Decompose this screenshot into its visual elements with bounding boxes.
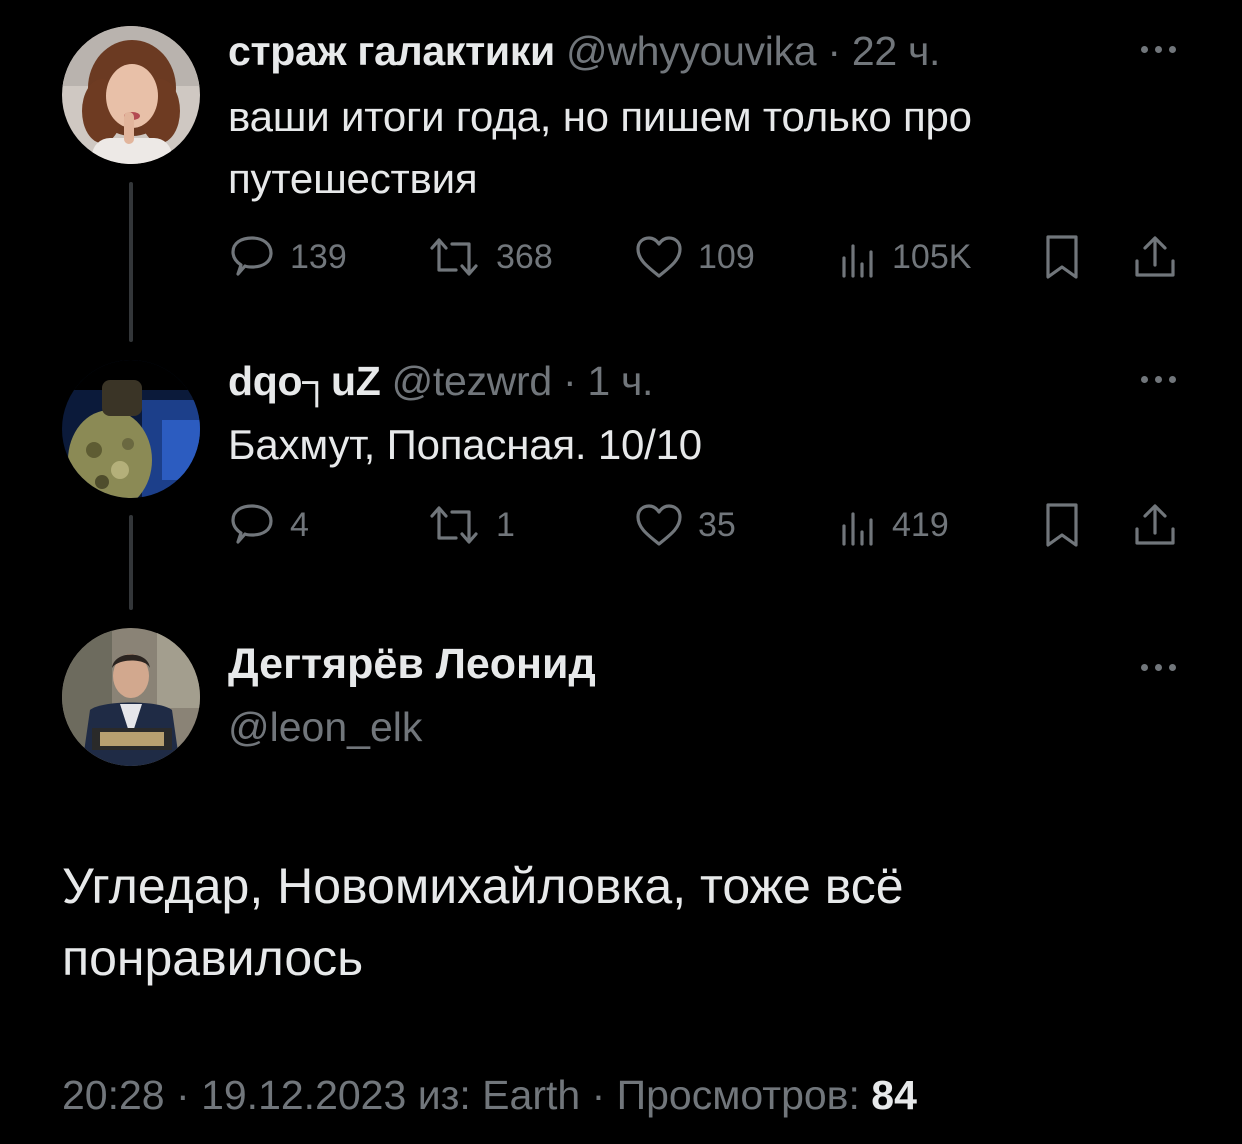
reply-count: 4 [290,505,309,544]
bookmark-icon [1046,503,1078,547]
share-icon [1135,236,1175,277]
reply-button[interactable]: 139 [228,232,347,282]
views-value: 84 [871,1072,917,1118]
like-count: 35 [698,505,736,544]
author-name[interactable]: Дегтярёв Леонид [228,640,596,689]
heart-icon [636,236,682,278]
author-name[interactable]: dqo┐uZ [228,358,381,404]
retweet-icon [430,238,478,276]
tweet-header: страж галактики @whyyouvika · 22 ч. [228,28,940,75]
meta-time[interactable]: 20:28 [62,1072,165,1118]
share-icon [1135,504,1175,545]
separator: · [827,28,841,74]
tweet-text-line: путешествия [228,155,478,202]
retweet-button[interactable]: 1 [426,500,515,550]
views-chart-icon [842,244,873,278]
avatar[interactable] [62,360,200,498]
bookmark-button[interactable] [1042,500,1082,550]
tweet-time[interactable]: 1 ч. [587,358,653,404]
retweet-icon [430,506,478,544]
more-dots-icon[interactable] [1141,376,1176,383]
views-chart-icon [842,512,873,546]
tweet-text-line: Угледар, Новомихайловка, тоже всё [62,858,904,914]
views-count: 419 [892,505,949,544]
like-count: 109 [698,237,755,276]
more-dots-icon[interactable] [1141,664,1176,671]
like-button[interactable]: 35 [634,500,736,550]
reply-count: 139 [290,237,347,276]
meta-source: из: Earth [417,1072,581,1118]
separator: · [176,1072,190,1118]
reply-button[interactable]: 4 [228,500,309,550]
author-name[interactable]: страж галактики [228,28,555,74]
tweet-text-line: понравилось [62,930,364,986]
tweet-thread-page: страж галактики @whyyouvika · 22 ч. ваши… [0,0,1242,1144]
retweet-count: 1 [496,505,515,544]
views-label: Просмотров: [616,1072,860,1118]
avatar[interactable] [62,26,200,164]
reply-icon [231,504,273,544]
more-dots-icon[interactable] [1141,46,1176,53]
views-button[interactable]: 105K [838,232,971,282]
author-handle[interactable]: @whyyouvika [566,28,817,74]
views-count: 105K [892,237,972,276]
tweet-text: Бахмут, Попасная. 10/10 [228,414,702,476]
share-button[interactable] [1132,232,1178,282]
separator: · [591,1072,606,1118]
retweet-button[interactable]: 368 [426,232,553,282]
tweet-header: dqo┐uZ @tezwrd · 1 ч. [228,358,653,405]
share-button[interactable] [1132,500,1178,550]
tweet-time[interactable]: 22 ч. [852,28,941,74]
views-button[interactable]: 419 [838,500,949,550]
tweet-text-line: Бахмут, Попасная. 10/10 [228,421,702,468]
tweet-text: ваши итоги года, но пишем только про пут… [228,86,972,210]
like-button[interactable]: 109 [634,232,755,282]
avatar[interactable] [62,628,200,766]
thread-connector [129,515,133,610]
bookmark-button[interactable] [1042,232,1082,282]
tweet-actions: 4 1 35 419 [228,500,1178,550]
heart-icon [636,504,682,546]
tweet-text: Угледар, Новомихайловка, тоже всё понрав… [62,850,1162,994]
separator: · [562,358,577,404]
meta-date[interactable]: 19.12.2023 [201,1072,406,1118]
author-handle[interactable]: @leon_elk [228,704,422,751]
tweet-text-line: ваши итоги года, но пишем только про [228,93,972,140]
author-handle[interactable]: @tezwrd [392,358,553,404]
thread-connector [129,182,133,342]
bookmark-icon [1046,235,1078,279]
retweet-count: 368 [496,237,553,276]
tweet-actions: 139 368 109 105K [228,232,1178,282]
tweet-meta: 20:28 · 19.12.2023 из: Earth · Просмотро… [62,1072,917,1119]
reply-icon [231,236,273,276]
